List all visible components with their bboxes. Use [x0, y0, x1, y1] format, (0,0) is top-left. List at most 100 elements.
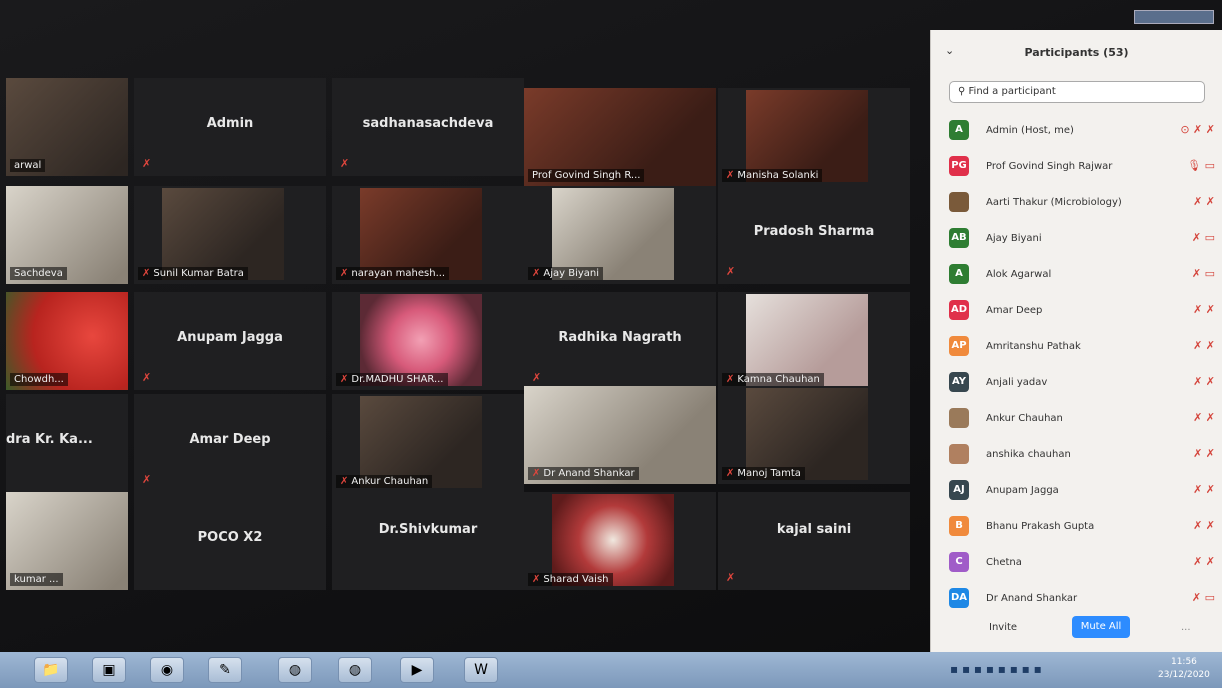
video-tile[interactable]: kumar ...: [6, 492, 128, 590]
participant-row[interactable]: AJ Anupam Jagga ✗ ✗: [931, 474, 1222, 510]
participant-row[interactable]: Aarti Thakur (Microbiology) ✗ ✗: [931, 186, 1222, 222]
invite-button[interactable]: Invite: [989, 622, 1017, 633]
participant-status-icons[interactable]: ✗ ✗: [1193, 519, 1215, 532]
participant-name: Sharad Vaish: [543, 574, 609, 585]
mic-status-icon: ✗ ✗: [1193, 303, 1215, 316]
video-tile[interactable]: Amar Deep ✗: [134, 394, 326, 492]
video-tile[interactable]: ✗ Ajay Biyani: [524, 186, 716, 284]
participant-name: Chowdh...: [10, 373, 68, 386]
muted-mic-icon: ✗: [142, 157, 152, 170]
window-controls[interactable]: [1134, 10, 1214, 24]
participant-name-tag: ✗ narayan mahesh...: [336, 267, 450, 280]
mic-status-icon: ⊙ ✗ ✗: [1180, 123, 1215, 136]
clock-date: 23/12/2020: [1158, 670, 1210, 680]
participant-status-icons[interactable]: ✗ ✗: [1193, 447, 1215, 460]
video-tile[interactable]: Chowdh...: [6, 292, 128, 390]
participant-row[interactable]: AD Amar Deep ✗ ✗: [931, 294, 1222, 330]
participant-status-icons[interactable]: ✗ ▭: [1192, 591, 1215, 604]
participant-name: POCO X2: [197, 530, 263, 545]
video-tile[interactable]: sadhanasachdeva ✗: [332, 78, 524, 176]
mic-status-icon: ✗ ✗: [1193, 411, 1215, 424]
mic-status-icon: ✗ ▭: [1191, 231, 1215, 244]
mic-status-icon: ✗ ✗: [1193, 555, 1215, 568]
participant-name: Admin (Host, me): [986, 125, 1074, 136]
video-tile[interactable]: ✗ Dr Anand Shankar: [524, 386, 716, 484]
participant-status-icons[interactable]: ✗ ✗: [1193, 339, 1215, 352]
chrome-icon[interactable]: ◍: [338, 657, 372, 683]
muted-mic-icon: ✗: [532, 574, 541, 585]
participant-row[interactable]: PG Prof Govind Singh Rajwar 🎙 ▭: [931, 150, 1222, 186]
participant-status-icons[interactable]: ✗ ▭: [1192, 231, 1215, 244]
participant-status-icons[interactable]: ✗ ▭: [1192, 267, 1215, 280]
video-tile[interactable]: Radhika Nagrath ✗: [524, 292, 716, 390]
participant-row[interactable]: A Admin (Host, me) ⊙ ✗ ✗: [931, 114, 1222, 150]
system-tray[interactable]: ▪ ▪ ▪ ▪ ▪ ▪ ▪ ▪: [950, 662, 1042, 676]
participant-row[interactable]: Ankur Chauhan ✗ ✗: [931, 402, 1222, 438]
participant-status-icons[interactable]: ✗ ✗: [1193, 375, 1215, 388]
video-tile[interactable]: ✗ Manoj Tamta: [718, 386, 910, 484]
participant-name: Chetna: [986, 557, 1022, 568]
mic-status-icon: ✗ ✗: [1193, 447, 1215, 460]
video-tile[interactable]: ✗ Ankur Chauhan: [332, 394, 524, 492]
participant-name: Dr.MADHU SHAR...: [351, 374, 444, 385]
folder-icon[interactable]: 📁: [34, 657, 68, 683]
participant-search-input[interactable]: ⚲ Find a participant: [949, 81, 1205, 103]
participant-status-icons[interactable]: ✗ ✗: [1193, 303, 1215, 316]
participant-name: Dr Anand Shankar: [543, 468, 635, 479]
video-tile[interactable]: ✗ Sunil Kumar Batra: [134, 186, 326, 284]
participant-row[interactable]: anshika chauhan ✗ ✗: [931, 438, 1222, 474]
video-tile[interactable]: ✗ Dr.MADHU SHAR...: [332, 292, 524, 390]
participant-row[interactable]: B Bhanu Prakash Gupta ✗ ✗: [931, 510, 1222, 546]
avatar: A: [949, 120, 969, 140]
video-tile[interactable]: POCO X2: [134, 492, 326, 590]
mic-status-icon: ✗ ▭: [1191, 591, 1215, 604]
participant-row[interactable]: AB Ajay Biyani ✗ ▭: [931, 222, 1222, 258]
participant-row[interactable]: A Alok Agarwal ✗ ▭: [931, 258, 1222, 294]
participant-status-icons[interactable]: ✗ ✗: [1193, 195, 1215, 208]
chrome-icon[interactable]: ◍: [278, 657, 312, 683]
participant-row[interactable]: DA Dr Anand Shankar ✗ ▭: [931, 582, 1222, 618]
word-icon[interactable]: W: [464, 657, 498, 683]
video-tile[interactable]: Dr.Shivkumar: [332, 492, 524, 590]
participant-name: Ankur Chauhan: [986, 413, 1063, 424]
participant-row[interactable]: AP Amritanshu Pathak ✗ ✗: [931, 330, 1222, 366]
ec-app-icon[interactable]: ▣: [92, 657, 126, 683]
video-tile[interactable]: ✗ Manisha Solanki: [718, 88, 910, 186]
taskbar-clock[interactable]: 11:56 23/12/2020: [1158, 656, 1210, 682]
participant-status-icons[interactable]: ✗ ✗: [1193, 411, 1215, 424]
more-options-button[interactable]: ...: [1181, 622, 1191, 633]
video-tile[interactable]: Anupam Jagga ✗: [134, 292, 326, 390]
participant-name: Sachdeva: [10, 267, 67, 280]
paint-icon[interactable]: ✎: [208, 657, 242, 683]
participant-row[interactable]: C Chetna ✗ ✗: [931, 546, 1222, 582]
video-tile-active-speaker[interactable]: Prof Govind Singh R...: [524, 88, 716, 186]
panel-footer: Invite Mute All ...: [931, 614, 1222, 644]
participant-name-tag: ✗ Ajay Biyani: [528, 267, 604, 280]
muted-mic-icon: ✗: [726, 265, 736, 278]
participant-name: Anupam Jagga: [177, 330, 283, 345]
video-tile[interactable]: ✗ narayan mahesh...: [332, 186, 524, 284]
mute-all-button[interactable]: Mute All: [1072, 616, 1130, 638]
participant-name: Ajay Biyani: [986, 233, 1042, 244]
participant-status-icons[interactable]: ⊙ ✗ ✗: [1180, 123, 1215, 136]
panel-header: ⌄ Participants (53): [931, 30, 1222, 78]
participant-name: kumar ...: [10, 573, 63, 586]
video-gallery: arwal Admin ✗ sadhanasachdeva ✗ Prof Gov…: [6, 78, 928, 594]
video-tile[interactable]: Pradosh Sharma ✗: [718, 186, 910, 284]
video-tile[interactable]: dra Kr. Ka...: [6, 394, 128, 492]
participant-status-icons[interactable]: 🎙 ▭: [1187, 159, 1215, 172]
video-tile[interactable]: ✗ Sharad Vaish: [524, 492, 716, 590]
video-tile[interactable]: Admin ✗: [134, 78, 326, 176]
participant-status-icons[interactable]: ✗ ✗: [1193, 483, 1215, 496]
muted-mic-icon: ✗: [532, 268, 541, 279]
video-tile[interactable]: arwal: [6, 78, 128, 176]
participant-status-icons[interactable]: ✗ ✗: [1193, 555, 1215, 568]
participant-row[interactable]: AY Anjali yadav ✗ ✗: [931, 366, 1222, 402]
media-player-icon[interactable]: ◉: [150, 657, 184, 683]
participant-name: Ankur Chauhan: [351, 476, 429, 487]
video-tile[interactable]: ✗ Kamna Chauhan: [718, 292, 910, 390]
participant-name: Prof Govind Singh Rajwar: [986, 161, 1113, 172]
zoom-icon[interactable]: ▶: [400, 657, 434, 683]
video-tile[interactable]: Sachdeva: [6, 186, 128, 284]
video-tile[interactable]: kajal saini ✗: [718, 492, 910, 590]
